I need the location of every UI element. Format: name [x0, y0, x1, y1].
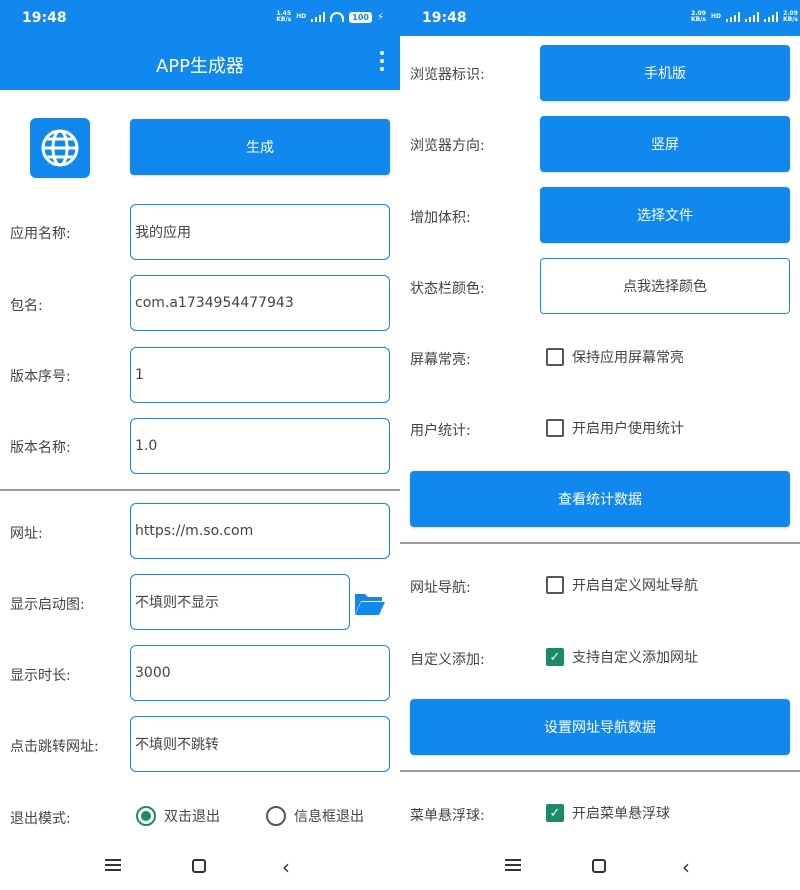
splash-label: 显示启动图: — [10, 597, 85, 613]
view-stats-button[interactable]: 查看统计数据 — [410, 471, 790, 527]
url-label: 网址: — [10, 526, 43, 542]
radio-indicator — [266, 806, 286, 826]
click-url-label: 点击跳转网址: — [10, 739, 99, 755]
version-name-input[interactable]: 1.0 — [130, 418, 390, 474]
home-icon[interactable] — [192, 859, 206, 873]
custom-add-label: 自定义添加: — [410, 652, 485, 668]
folder-open-icon[interactable] — [354, 591, 386, 617]
exit-mode-label: 退出模式: — [10, 811, 71, 827]
app-name-label: 应用名称: — [10, 226, 71, 242]
status-icons: 1.45 KB/s HD 100 ⚡ — [276, 11, 384, 23]
set-nav-data-button[interactable]: 设置网址导航数据 — [410, 699, 790, 755]
checkbox-label: 支持自定义添加网址 — [572, 650, 698, 666]
check-icon: ✓ — [546, 804, 564, 822]
app-title: APP生成器 — [155, 56, 245, 77]
wifi-icon — [330, 12, 345, 22]
radio-dialog-exit[interactable]: 信息框退出 — [266, 806, 364, 826]
checkbox-label: 开启菜单悬浮球 — [572, 806, 670, 822]
generate-button[interactable]: 生成 — [130, 119, 390, 175]
globe-icon-svg — [41, 129, 79, 167]
hd-badge: HD — [296, 13, 307, 20]
signal-icon — [311, 12, 326, 22]
radio-label: 双击退出 — [164, 809, 220, 825]
choose-file-button[interactable]: 选择文件 — [540, 187, 790, 243]
checkbox-label: 开启自定义网址导航 — [572, 578, 698, 594]
status-time: 19:48 — [22, 10, 67, 26]
recent-apps-icon[interactable] — [105, 859, 121, 871]
user-stats-checkbox[interactable]: 开启用户使用统计 — [546, 418, 684, 438]
package-label: 包名: — [10, 298, 43, 314]
network-speed: 2.09 KB/s — [690, 10, 706, 23]
section-divider — [400, 770, 800, 772]
package-input[interactable]: com.a1734954477943 — [130, 275, 390, 331]
version-code-input[interactable]: 1 — [130, 347, 390, 403]
signal-icon — [745, 12, 759, 22]
signal-icon — [726, 12, 740, 22]
user-stats-label: 用户统计: — [410, 423, 471, 439]
back-icon[interactable]: ‹ — [682, 855, 690, 879]
radio-label: 信息框退出 — [294, 809, 364, 825]
radio-indicator — [136, 806, 156, 826]
network-speed: 1.45 KB/s — [276, 10, 292, 23]
splash-input[interactable]: 不填则不显示 — [130, 574, 350, 630]
checkbox-label: 开启用户使用统计 — [572, 421, 684, 437]
orientation-button[interactable]: 竖屏 — [540, 116, 790, 172]
url-input[interactable]: https://m.so.com — [130, 503, 390, 559]
duration-label: 显示时长: — [10, 668, 71, 684]
back-icon[interactable]: ‹ — [282, 855, 290, 879]
checkbox-box — [546, 348, 564, 366]
section-divider — [400, 542, 800, 544]
hd-badge: HD — [710, 13, 721, 20]
keep-screen-checkbox[interactable]: 保持应用屏幕常亮 — [546, 347, 684, 367]
navigation-bar: ‹ — [0, 842, 400, 890]
float-menu-label: 菜单悬浮球: — [410, 808, 485, 824]
radio-double-tap-exit[interactable]: 双击退出 — [136, 806, 220, 826]
url-nav-label: 网址导航: — [410, 580, 471, 596]
custom-add-checkbox[interactable]: ✓ 支持自定义添加网址 — [546, 647, 698, 667]
section-divider — [0, 489, 400, 491]
version-name-label: 版本名称: — [10, 440, 71, 456]
signal-icon — [764, 12, 778, 22]
orientation-label: 浏览器方向: — [410, 138, 485, 154]
statusbar-color-label: 状态栏颜色: — [410, 281, 485, 297]
globe-icon[interactable] — [30, 118, 90, 178]
duration-input[interactable]: 3000 — [130, 645, 390, 701]
click-url-input[interactable]: 不填则不跳转 — [130, 716, 390, 772]
pick-color-button[interactable]: 点我选择颜色 — [540, 258, 790, 314]
more-vertical-icon[interactable] — [378, 51, 386, 75]
network-speed: 2.09 KB/s — [783, 10, 798, 23]
checkbox-label: 保持应用屏幕常亮 — [572, 350, 684, 366]
battery-icon: 100 — [349, 11, 372, 23]
checkbox-box — [546, 576, 564, 594]
home-icon[interactable] — [592, 859, 606, 873]
navigation-bar: ‹ — [400, 842, 800, 890]
left-screen: 19:48 1.45 KB/s HD 100 ⚡ APP生成器 生成 应用名称: … — [0, 0, 400, 890]
increase-size-label: 增加体积: — [410, 210, 471, 226]
keep-screen-label: 屏幕常亮: — [410, 352, 471, 368]
app-name-input[interactable]: 我的应用 — [130, 204, 390, 260]
status-bar: 19:48 2.09 KB/s HD 2.09 KB/s — [400, 0, 800, 36]
user-agent-button[interactable]: 手机版 — [540, 45, 790, 101]
float-menu-checkbox[interactable]: ✓ 开启菜单悬浮球 — [546, 803, 670, 823]
status-bar: 19:48 1.45 KB/s HD 100 ⚡ — [0, 0, 400, 36]
app-bar: APP生成器 — [0, 36, 400, 90]
check-icon: ✓ — [546, 648, 564, 666]
status-icons: 2.09 KB/s HD 2.09 KB/s — [691, 11, 798, 23]
version-code-label: 版本序号: — [10, 369, 71, 385]
status-time: 19:48 — [422, 10, 467, 26]
checkbox-box — [546, 419, 564, 437]
user-agent-label: 浏览器标识: — [410, 67, 485, 83]
recent-apps-icon[interactable] — [505, 859, 521, 871]
url-nav-checkbox[interactable]: 开启自定义网址导航 — [546, 575, 698, 595]
charging-icon: ⚡ — [376, 11, 384, 23]
